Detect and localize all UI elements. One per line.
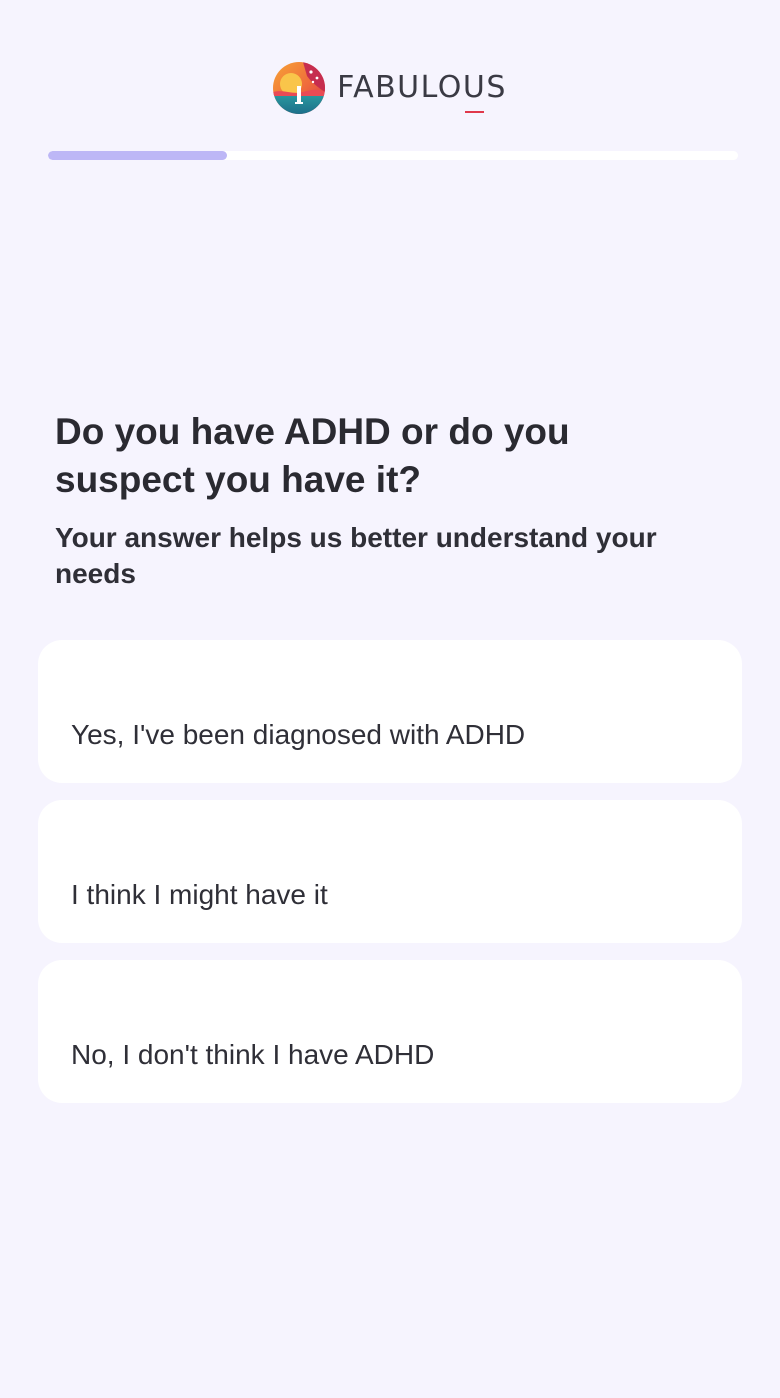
option-label: I think I might have it: [71, 879, 328, 910]
question-title: Do you have ADHD or do you suspect you h…: [55, 411, 570, 500]
header: FABULOUS: [0, 58, 780, 118]
progress-bar: [48, 151, 738, 160]
option-dont-have[interactable]: No, I don't think I have ADHD: [38, 960, 742, 1103]
option-might-have-it[interactable]: I think I might have it: [38, 800, 742, 943]
answer-options: Yes, I've been diagnosed with ADHD I thi…: [38, 640, 742, 1120]
brand-logo: FABULOUS: [273, 62, 507, 114]
question-subtitle: Your answer helps us better understand y…: [55, 522, 657, 589]
option-label: Yes, I've been diagnosed with ADHD: [71, 719, 526, 750]
fabulous-sun-logo-icon: [273, 62, 326, 114]
progress-bar-fill: [48, 151, 228, 160]
option-label: No, I don't think I have ADHD: [71, 1039, 435, 1070]
option-diagnosed[interactable]: Yes, I've been diagnosed with ADHD: [38, 640, 742, 783]
brand-name: FABULOUS: [337, 70, 507, 105]
